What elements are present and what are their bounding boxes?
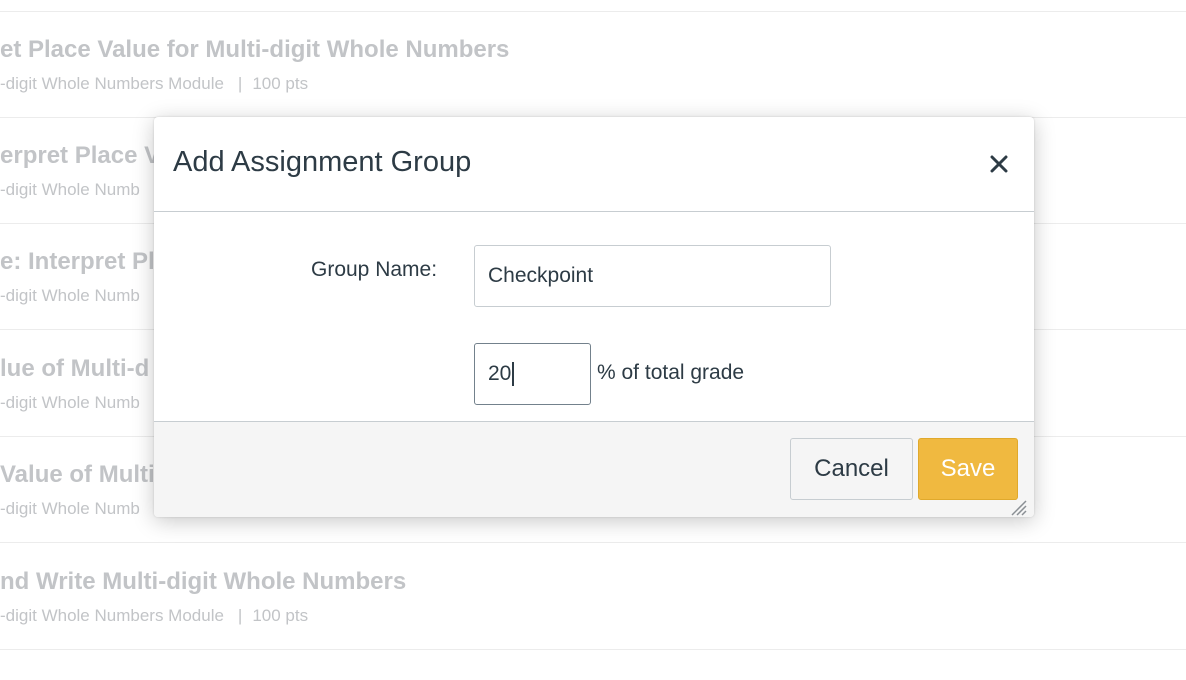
close-button[interactable] bbox=[984, 149, 1014, 179]
dialog-title: Add Assignment Group bbox=[173, 146, 472, 178]
assignment-meta: -digit Whole Numb bbox=[0, 180, 140, 200]
group-name-label: Group Name: bbox=[311, 258, 438, 281]
assignment-module: -digit Whole Numb bbox=[0, 393, 140, 412]
assignment-title[interactable]: Value of Multi- bbox=[0, 461, 163, 489]
assignment-points: 100 pts bbox=[252, 74, 309, 93]
assignment-title[interactable]: nd Write Multi-digit Whole Numbers bbox=[0, 568, 406, 596]
percent-value: 20 bbox=[488, 362, 512, 385]
dialog-footer: Cancel Save bbox=[154, 421, 1034, 517]
assignment-title[interactable]: e: Interpret Pl bbox=[0, 248, 155, 276]
percent-suffix-label: % of total grade bbox=[597, 361, 745, 384]
assignment-module: -digit Whole Numb bbox=[0, 286, 140, 305]
meta-separator: | bbox=[237, 74, 243, 93]
assignment-meta: -digit Whole Numb bbox=[0, 393, 140, 413]
assignment-module: -digit Whole Numbers Module bbox=[0, 74, 224, 93]
list-item[interactable]: nd Write Multi-digit Whole Numbers -digi… bbox=[0, 544, 1186, 650]
assignment-title[interactable]: lue of Multi-d bbox=[0, 355, 149, 383]
percent-input[interactable]: 20 bbox=[474, 343, 591, 405]
text-caret bbox=[512, 362, 515, 386]
close-icon[interactable] bbox=[990, 155, 1008, 173]
assignment-title[interactable]: erpret Place V bbox=[0, 142, 160, 170]
dialog-body: Group Name: Checkpoint 20 % of total gra… bbox=[154, 212, 1034, 421]
assignment-meta: -digit Whole Numb bbox=[0, 286, 140, 306]
list-item[interactable]: et Place Value for Multi-digit Whole Num… bbox=[0, 12, 1186, 118]
page: et Place Value for Multi-digit Whole Num… bbox=[0, 0, 1186, 680]
cancel-button[interactable]: Cancel bbox=[790, 438, 913, 500]
assignment-module: -digit Whole Numbers Module bbox=[0, 606, 224, 625]
assignment-points: 100 pts bbox=[252, 606, 309, 625]
dialog-header: Add Assignment Group bbox=[154, 117, 1034, 212]
resize-handle-icon[interactable] bbox=[1009, 500, 1027, 516]
assignment-module: -digit Whole Numb bbox=[0, 180, 140, 199]
assignment-meta: -digit Whole Numbers Module | 100 pts bbox=[0, 606, 308, 626]
group-name-input[interactable]: Checkpoint bbox=[474, 245, 831, 307]
group-name-value: Checkpoint bbox=[488, 264, 594, 287]
meta-separator: | bbox=[237, 606, 243, 625]
add-assignment-group-dialog: Add Assignment Group Group Name: Checkpo… bbox=[154, 117, 1034, 517]
assignment-meta: -digit Whole Numb bbox=[0, 499, 140, 519]
assignment-meta: -digit Whole Numbers Module | 100 pts bbox=[0, 74, 308, 94]
save-button[interactable]: Save bbox=[918, 438, 1018, 500]
assignment-module: -digit Whole Numb bbox=[0, 499, 140, 518]
assignment-title[interactable]: et Place Value for Multi-digit Whole Num… bbox=[0, 36, 509, 64]
